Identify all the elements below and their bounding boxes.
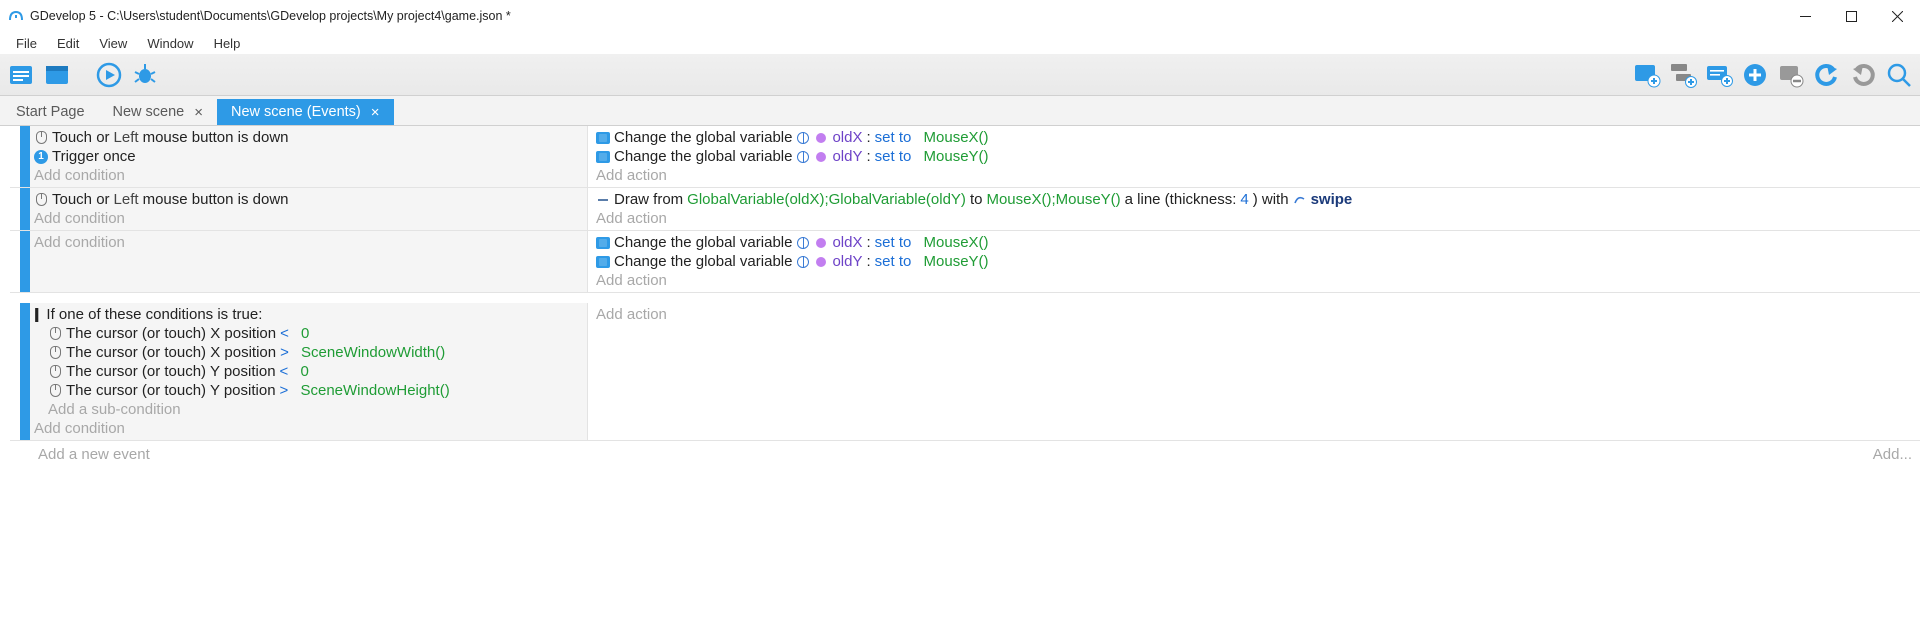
add-other-event-button[interactable] xyxy=(1740,60,1770,90)
add-comment-button[interactable] xyxy=(1704,60,1734,90)
menu-edit[interactable]: Edit xyxy=(47,34,89,53)
globe-icon xyxy=(796,236,810,250)
or-icon: || xyxy=(34,306,36,323)
tabs-row: Start Page New scene × New scene (Events… xyxy=(0,96,1920,126)
globe-icon xyxy=(796,150,810,164)
event-row[interactable]: Add condition Change the global variable… xyxy=(10,231,1920,293)
variable-icon xyxy=(814,255,828,269)
tab-close-icon[interactable]: × xyxy=(371,105,380,120)
variable-action-icon xyxy=(596,255,610,269)
variable-icon xyxy=(814,150,828,164)
add-new-event-link[interactable]: Add a new event xyxy=(38,445,150,464)
object-icon xyxy=(1293,193,1307,207)
menu-window[interactable]: Window xyxy=(137,34,203,53)
action-line[interactable]: Change the global variable oldY: set to … xyxy=(596,252,1912,271)
add-new-event-row: Add a new event Add... xyxy=(10,441,1920,468)
event-row[interactable]: Touch or Left mouse button is down Add c… xyxy=(10,188,1920,231)
tab-label: New scene xyxy=(113,104,185,120)
condition-line[interactable]: 1 Trigger once xyxy=(34,147,583,166)
condition-line[interactable]: The cursor (or touch) Y position < 0 xyxy=(48,362,583,381)
globe-icon xyxy=(796,255,810,269)
close-button[interactable] xyxy=(1874,0,1920,32)
add-action-link[interactable]: Add action xyxy=(596,271,1912,290)
variable-action-icon xyxy=(596,131,610,145)
mouse-icon xyxy=(48,327,62,341)
event-row[interactable]: Touch or Left mouse button is down 1 Tri… xyxy=(10,126,1920,188)
condition-line[interactable]: The cursor (or touch) X position < 0 xyxy=(48,324,583,343)
mouse-icon xyxy=(48,346,62,360)
window-title: GDevelop 5 - C:\Users\student\Documents\… xyxy=(30,9,1782,23)
add-menu-link[interactable]: Add... xyxy=(1873,445,1920,464)
add-action-link[interactable]: Add action xyxy=(596,166,1912,185)
variable-icon xyxy=(814,131,828,145)
add-condition-link[interactable]: Add condition xyxy=(34,419,583,438)
menu-view[interactable]: View xyxy=(89,34,137,53)
menu-help[interactable]: Help xyxy=(204,34,251,53)
title-bar: GDevelop 5 - C:\Users\student\Documents\… xyxy=(0,0,1920,32)
mouse-icon xyxy=(34,193,48,207)
toolbar xyxy=(0,54,1920,96)
tab-new-scene-events[interactable]: New scene (Events) × xyxy=(217,99,394,125)
scene-editor-button[interactable] xyxy=(42,60,72,90)
mouse-icon xyxy=(48,365,62,379)
tab-start-page[interactable]: Start Page xyxy=(2,99,99,125)
add-action-link[interactable]: Add action xyxy=(596,305,1912,324)
search-events-button[interactable] xyxy=(1884,60,1914,90)
menu-file[interactable]: File xyxy=(6,34,47,53)
event-row-or[interactable]: || If one of these conditions is true: T… xyxy=(10,303,1920,441)
maximize-button[interactable] xyxy=(1828,0,1874,32)
app-icon xyxy=(8,8,24,24)
condition-line[interactable]: The cursor (or touch) X position > Scene… xyxy=(48,343,583,362)
project-manager-button[interactable] xyxy=(6,60,36,90)
tab-label: Start Page xyxy=(16,104,85,120)
action-line[interactable]: Change the global variable oldY: set to … xyxy=(596,147,1912,166)
menu-bar: File Edit View Window Help xyxy=(0,32,1920,54)
tab-label: New scene (Events) xyxy=(231,104,361,120)
debug-button[interactable] xyxy=(130,60,160,90)
add-condition-link[interactable]: Add condition xyxy=(34,209,583,228)
events-sheet: Touch or Left mouse button is down 1 Tri… xyxy=(0,126,1920,468)
add-sub-condition-link[interactable]: Add a sub-condition xyxy=(48,400,583,419)
mouse-icon xyxy=(48,384,62,398)
variable-action-icon xyxy=(596,236,610,250)
action-line[interactable]: Change the global variable oldX: set to … xyxy=(596,233,1912,252)
condition-line[interactable]: Touch or Left mouse button is down xyxy=(34,190,583,209)
undo-button[interactable] xyxy=(1812,60,1842,90)
add-action-link[interactable]: Add action xyxy=(596,209,1912,228)
or-header[interactable]: || If one of these conditions is true: xyxy=(34,305,583,324)
add-event-button[interactable] xyxy=(1632,60,1662,90)
tab-close-icon[interactable]: × xyxy=(194,105,203,120)
delete-event-button[interactable] xyxy=(1776,60,1806,90)
globe-icon xyxy=(796,131,810,145)
preview-play-button[interactable] xyxy=(94,60,124,90)
redo-button[interactable] xyxy=(1848,60,1878,90)
draw-line-icon xyxy=(596,193,610,207)
action-line[interactable]: Change the global variable oldX: set to … xyxy=(596,128,1912,147)
condition-line[interactable]: Touch or Left mouse button is down xyxy=(34,128,583,147)
mouse-icon xyxy=(34,131,48,145)
add-sub-event-button[interactable] xyxy=(1668,60,1698,90)
condition-line[interactable]: The cursor (or touch) Y position > Scene… xyxy=(48,381,583,400)
variable-icon xyxy=(814,236,828,250)
tab-new-scene[interactable]: New scene × xyxy=(99,99,218,125)
window-controls xyxy=(1782,0,1920,32)
variable-action-icon xyxy=(596,150,610,164)
trigger-once-icon: 1 xyxy=(34,150,48,164)
add-condition-link[interactable]: Add condition xyxy=(34,233,583,252)
action-line[interactable]: Draw from GlobalVariable(oldX);GlobalVar… xyxy=(596,190,1912,209)
minimize-button[interactable] xyxy=(1782,0,1828,32)
add-condition-link[interactable]: Add condition xyxy=(34,166,583,185)
